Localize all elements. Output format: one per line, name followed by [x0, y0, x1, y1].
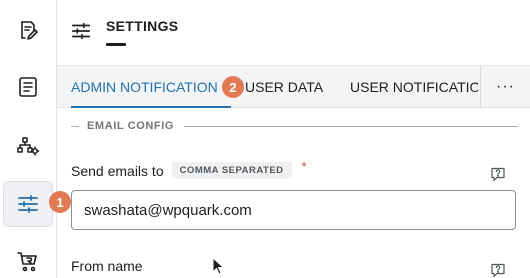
mouse-pointer-icon [212, 257, 224, 275]
tab-admin-notification[interactable]: ADMIN NOTIFICATION [71, 66, 231, 108]
settings-tabs: ADMIN NOTIFICATION USER DATA USER NOTIFI… [57, 66, 530, 108]
comma-separated-chip: COMMA SEPARATED [171, 162, 292, 179]
page-title: SETTINGS [106, 18, 179, 34]
tab-user-notification[interactable]: USER NOTIFICATION [350, 66, 478, 108]
sidebar-item-forms[interactable] [3, 64, 53, 110]
workflow-gear-icon [17, 137, 40, 156]
edit-document-icon [21, 21, 38, 40]
more-tabs-button[interactable]: ··· [480, 66, 530, 108]
section-divider-right [184, 125, 518, 127]
sidebar-item-edit[interactable] [3, 8, 53, 54]
sliders-icon [71, 22, 91, 40]
sliders-icon [18, 195, 38, 213]
section-divider-left [71, 125, 79, 127]
form-list-icon [19, 77, 37, 97]
section-title: EMAIL CONFIG [87, 120, 175, 132]
sidebar-item-payments[interactable] [3, 238, 53, 278]
cart-refund-icon [17, 252, 37, 272]
section-header: EMAIL CONFIG [71, 118, 518, 134]
page-header: SETTINGS [57, 0, 530, 66]
settings-content: EMAIL CONFIG Send emails to COMMA SEPARA… [57, 108, 530, 278]
send-emails-label: Send emails to [71, 162, 164, 179]
step-badge-1: 1 [49, 191, 71, 213]
required-mark: * [301, 159, 307, 174]
send-emails-input[interactable]: swashata@wpquark.com [71, 190, 516, 230]
sidebar-item-workflow[interactable] [3, 124, 53, 170]
title-underline [106, 43, 126, 46]
from-name-label: From name [71, 258, 143, 274]
send-emails-label-row: Send emails to COMMA SEPARATED * [71, 159, 307, 179]
tab-user-data[interactable]: USER DATA [245, 66, 335, 108]
help-icon[interactable] [490, 167, 506, 182]
sidebar-item-settings[interactable] [3, 181, 53, 227]
help-icon[interactable] [490, 263, 506, 278]
sidebar-rail [0, 0, 57, 278]
step-badge-2: 2 [222, 76, 244, 98]
